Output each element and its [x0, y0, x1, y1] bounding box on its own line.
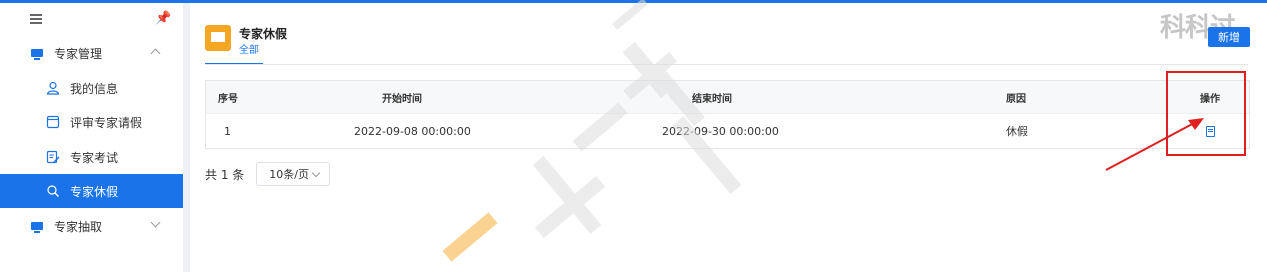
sidebar-item-label: 专家管理 [54, 46, 103, 61]
sidebar-item-review-leave[interactable]: 评审专家请假 [0, 105, 183, 139]
column-header: 原因 [1006, 93, 1026, 105]
pin-icon[interactable]: 📌 [155, 11, 171, 26]
sidebar-item-expert-extraction[interactable]: 专家抽取 [0, 209, 183, 243]
search-user-icon [46, 184, 60, 198]
sidebar-item-my-info[interactable]: 我的信息 [0, 71, 183, 105]
table-header: 序号 开始时间 结束时间 原因 操作 [206, 81, 1249, 114]
chevron-down-icon [150, 217, 161, 228]
sidebar-item-label: 评审专家请假 [70, 115, 143, 130]
sidebar-item-expert-vacation[interactable]: 专家休假 [0, 174, 183, 208]
column-header: 结束时间 [692, 93, 732, 105]
header-divider [205, 64, 1248, 65]
menu-toggle-icon[interactable] [30, 14, 42, 24]
row-end-time: 2022-09-30 00:00:00 [662, 124, 779, 138]
add-button[interactable]: 新增 [1208, 27, 1250, 47]
sidebar: 📌 专家管理 我的信息 评审专家请假 专家考试 专家休假 专家抽取 [0, 3, 183, 272]
total-count: 共 1 条 [205, 167, 245, 182]
monitor-icon [205, 25, 231, 51]
row-index: 1 [224, 124, 231, 138]
sidebar-item-expert-exam[interactable]: 专家考试 [0, 140, 183, 174]
page-title: 专家休假 [239, 27, 288, 41]
chevron-up-icon [150, 48, 161, 59]
sidebar-header: 📌 [0, 3, 183, 35]
pagination: 共 1 条 10条/页 [205, 162, 331, 186]
sidebar-item-label: 专家考试 [70, 150, 119, 165]
sidebar-item-label: 我的信息 [70, 81, 119, 96]
tab-all[interactable]: 全部 [239, 41, 259, 56]
column-header: 开始时间 [382, 93, 422, 105]
edit-document-icon [46, 150, 60, 164]
table-row: 1 2022-09-08 00:00:00 2022-09-30 00:00:0… [206, 114, 1249, 148]
monitor-icon [30, 46, 44, 60]
monitor-icon [30, 219, 44, 233]
column-header: 序号 [218, 93, 238, 105]
row-start-time: 2022-09-08 00:00:00 [354, 124, 471, 138]
window-icon [46, 115, 60, 129]
chevron-down-icon [312, 168, 321, 178]
sidebar-item-expert-management[interactable]: 专家管理 [0, 36, 183, 70]
sidebar-item-label: 专家抽取 [54, 219, 103, 234]
page-size-select[interactable]: 10条/页 [256, 162, 331, 186]
row-reason: 休假 [1006, 125, 1028, 138]
sidebar-item-label: 专家休假 [70, 184, 119, 199]
page-size-value: 10条/页 [269, 168, 309, 181]
user-icon [46, 81, 60, 95]
vacation-table: 序号 开始时间 结束时间 原因 操作 1 2022-09-08 00:00:00… [205, 80, 1250, 149]
highlight-arrow [1105, 118, 1204, 171]
